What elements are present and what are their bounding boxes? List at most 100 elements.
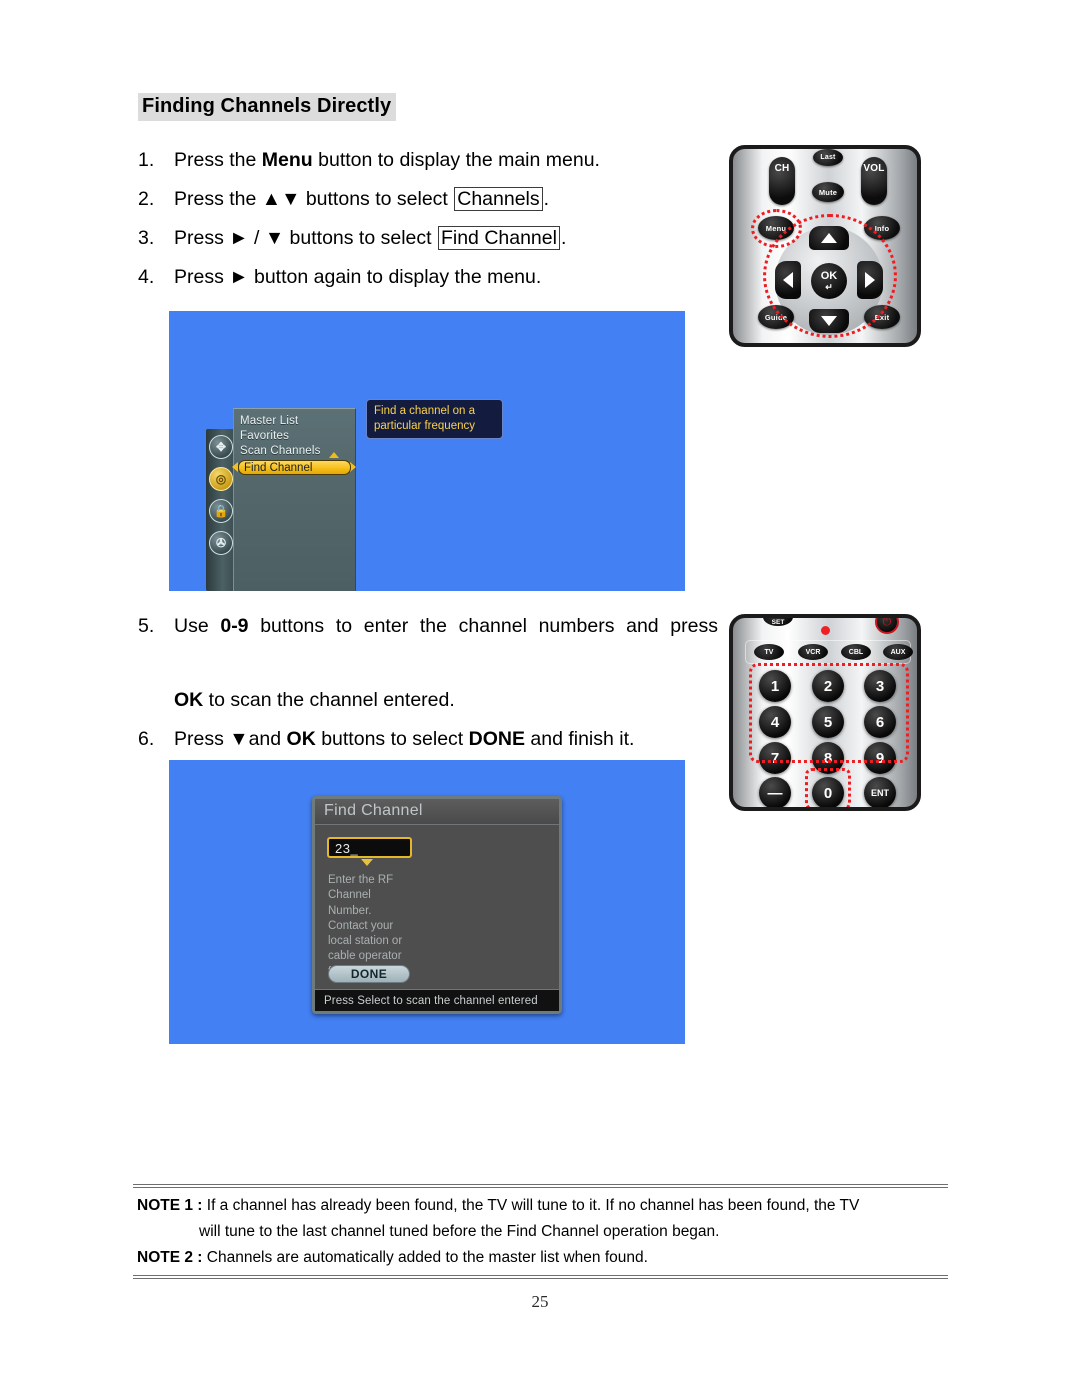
find-channel-screenshot: Find Channel 23_ Enter the RF Channel Nu…: [169, 760, 685, 1044]
triangle-up-icon: [821, 233, 837, 243]
step-text: Press: [174, 266, 230, 289]
dialog-title: Find Channel: [315, 799, 559, 825]
note-2-label: NOTE 2 :: [137, 1249, 203, 1267]
menu-item-find-channel-selected: Find Channel: [238, 460, 351, 475]
step-text: and: [248, 728, 287, 751]
tv-menu-screenshot: ✥ ◎ 🔒 ✇ Master List Favorites Scan Chann…: [169, 311, 685, 591]
set-button: SET: [763, 618, 793, 626]
channel-number-input: 23_: [327, 837, 412, 858]
chevron-down-icon: [361, 859, 373, 866]
step-text: and finish it.: [524, 728, 635, 751]
antenna-channels-icon: ◎: [209, 467, 233, 491]
step-text: ►: [229, 266, 249, 289]
step-item: 1. Press the Menu button to display the m…: [138, 142, 718, 179]
note-1-row: NOTE 1 : If a channel has already been f…: [133, 1192, 948, 1218]
volume-button: VOL: [861, 157, 887, 205]
step-body-line-1: Use 0-9 buttons to enter the channel num…: [174, 608, 718, 682]
key-7: 7: [759, 742, 791, 774]
note-1-continuation: will tune to the last channel tuned befo…: [199, 1223, 720, 1241]
lock-icon: 🔒: [209, 499, 233, 523]
step-text: buttons to select: [284, 227, 437, 250]
step-number: 1.: [138, 149, 155, 171]
step-item: 6. Press ▼and OK buttons to select DONE a…: [138, 721, 718, 758]
enter-icon: ↵: [825, 281, 833, 292]
note-2-text: Channels are automatically added to the …: [206, 1249, 648, 1267]
dialog-help-text: Enter the RF Channel Number. Contact you…: [328, 874, 407, 978]
step-item: 4. Press ► button again to display the me…: [138, 259, 718, 296]
step-number: 4.: [138, 266, 155, 289]
menu-item-scan-channels: Scan Channels: [240, 445, 321, 457]
key-1: 1: [759, 670, 791, 702]
step-boxed-term: Channels: [454, 187, 543, 212]
key-3: 3: [864, 670, 896, 702]
mode-button-aux: AUX: [883, 644, 913, 660]
power-button: ⏻: [875, 618, 899, 634]
tv-channels-menu-panel: Master List Favorites Scan Channels Find…: [232, 408, 356, 591]
keypad-remote-image: SET ⏻ TV VCR CBL AUX 1 2 3 4 5 6 7 8 9 —…: [729, 614, 921, 811]
note-2-row: NOTE 2 : Channels are automatically adde…: [133, 1244, 948, 1270]
mode-button-tv: TV: [754, 644, 784, 660]
key-6: 6: [864, 706, 896, 738]
step-text: ► / ▼: [229, 227, 285, 250]
step-text: to scan the channel entered.: [203, 689, 455, 712]
key-8: 8: [812, 742, 844, 774]
mode-button-cbl: CBL: [841, 644, 871, 660]
info-button: Info: [864, 216, 900, 240]
steps-list-bottom: 5. Use 0-9 buttons to enter the channel n…: [138, 608, 718, 760]
last-button: Last: [813, 149, 843, 166]
divider-bottom: [133, 1275, 948, 1280]
step-body: Use 0-9 buttons to enter the channel num…: [174, 608, 718, 719]
step-body-line-2: OK to scan the channel entered.: [174, 689, 455, 711]
triangle-left-icon: [783, 272, 793, 288]
step-number: 2.: [138, 188, 155, 211]
step-text: buttons to enter the channel numbers and…: [248, 615, 718, 637]
step-emphasis: 0-9: [220, 615, 249, 637]
step-text: Press: [174, 728, 230, 751]
step-text: ▼: [229, 728, 249, 751]
setup-icon: ✥: [209, 435, 233, 459]
dpad-down-button: [809, 309, 849, 333]
step-emphasis: OK: [174, 689, 204, 712]
step-text: button to display the main menu.: [312, 149, 600, 171]
dialog-status-bar: Press Select to scan the channel entered: [315, 989, 559, 1011]
step-emphasis: Menu: [261, 149, 313, 171]
step-text: .: [560, 227, 567, 250]
step-item: 3. Press ► / ▼ buttons to select Find Cha…: [138, 220, 718, 257]
tooltip-line-1: Find a channel on a: [374, 405, 476, 417]
step-text: ▲▼: [261, 188, 301, 211]
step-body: Press ► button again to display the menu…: [174, 259, 718, 296]
note-1-line-1: If a channel has already been found, the…: [206, 1197, 860, 1214]
chevron-up-icon: [329, 452, 339, 458]
divider-top: [133, 1184, 948, 1188]
step-body: Press the Menu button to display the mai…: [174, 142, 718, 179]
navigation-remote-image: CH VOL Last Mute Menu Info Guide Exit OK…: [729, 145, 921, 347]
led-indicator-icon: [821, 626, 830, 635]
steps-list-top: 1. Press the Menu button to display the m…: [138, 142, 718, 298]
done-button: DONE: [328, 965, 410, 983]
av-icon: ✇: [209, 531, 233, 555]
key-dash: —: [759, 777, 791, 807]
key-enter: ENT: [864, 777, 896, 807]
step-emphasis: DONE: [468, 728, 525, 751]
key-0: 0: [812, 777, 844, 807]
step-text: Press: [174, 227, 230, 250]
tv-menu-tooltip: Find a channel on a particular frequency: [366, 399, 503, 440]
dpad-left-button: [775, 261, 801, 299]
step-text: buttons to select: [300, 188, 454, 211]
step-emphasis: OK: [286, 728, 316, 751]
key-2: 2: [812, 670, 844, 702]
step-text: buttons to select: [315, 728, 469, 751]
step-text: Press the: [174, 149, 262, 171]
page-number: 25: [531, 1292, 549, 1311]
key-4: 4: [759, 706, 791, 738]
step-body: Press ▼and OK buttons to select DONE and…: [174, 721, 718, 758]
step-number: 5.: [138, 615, 155, 637]
mute-button: Mute: [812, 182, 844, 202]
triangle-right-icon: [865, 272, 875, 288]
step-text: .: [543, 188, 550, 211]
notes-block: NOTE 1 : If a channel has already been f…: [133, 1184, 948, 1280]
channel-button: CH: [769, 157, 795, 205]
ok-button: OK ↵: [811, 263, 847, 299]
step-item: 2. Press the ▲▼ buttons to select Channel…: [138, 181, 718, 218]
mode-button-vcr: VCR: [798, 644, 828, 660]
